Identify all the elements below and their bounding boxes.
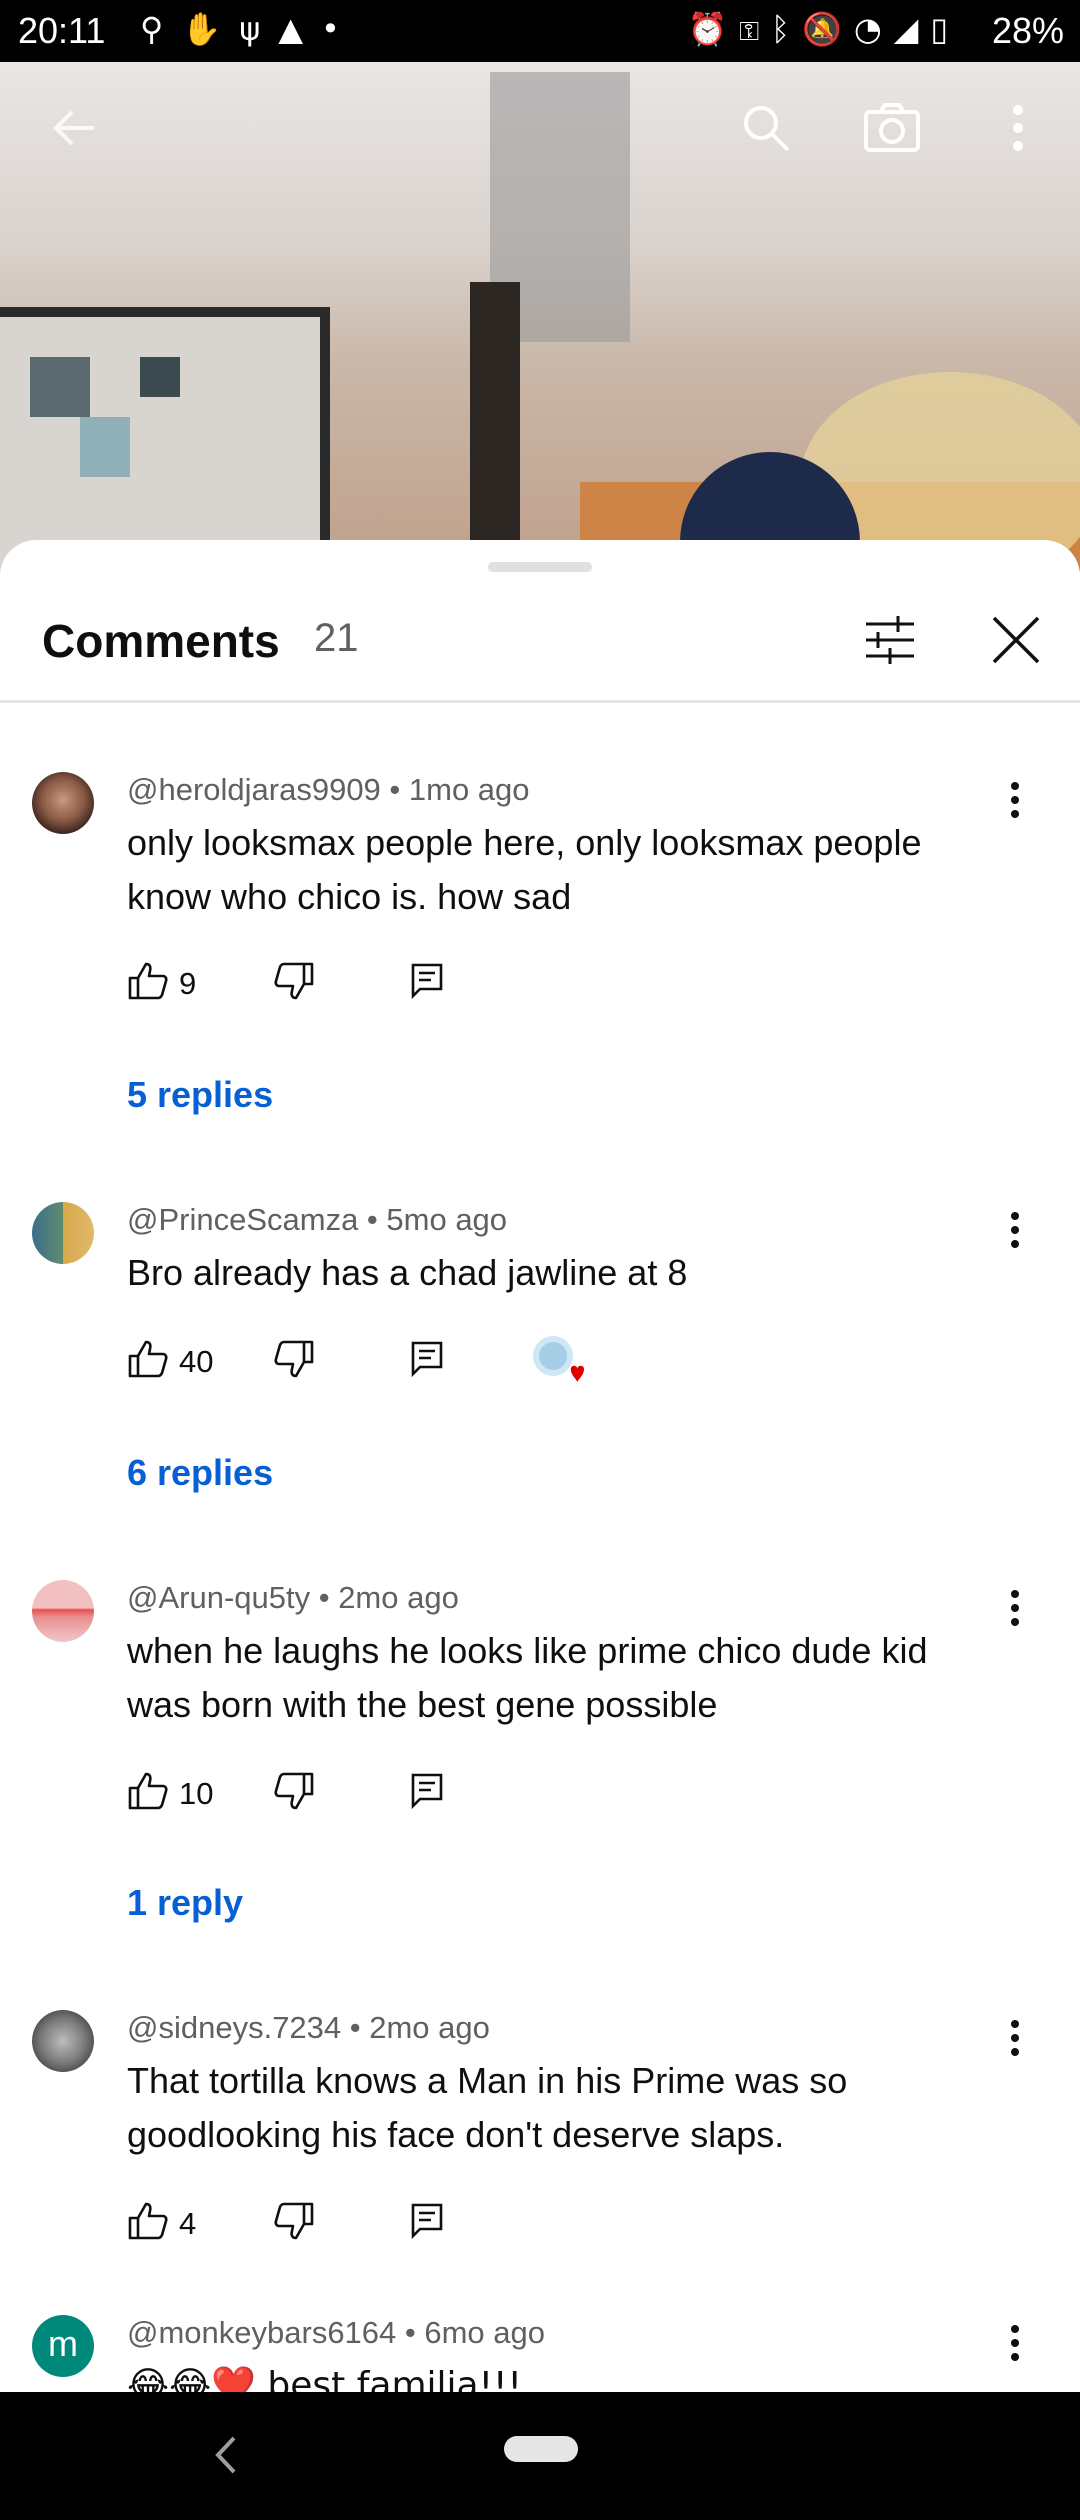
- comments-title: Comments: [42, 615, 280, 667]
- comment-text: That tortilla knows a Man in his Prime w…: [127, 2060, 848, 2155]
- comment-meta[interactable]: @sidneys.7234 • 2mo ago: [127, 2010, 490, 2046]
- like-count: 10: [179, 1776, 214, 1811]
- video-scene-door: [470, 282, 520, 572]
- more-vert-icon[interactable]: [1000, 770, 1030, 830]
- frame-patch-1: [30, 357, 90, 417]
- status-bar: 20:11 ⚲✋ψ▲• ⏰⚿ᛒ🔕◔◢▯ 28%: [0, 0, 1080, 62]
- creator-heart-icon: [531, 1334, 587, 1386]
- avatar[interactable]: m: [32, 2315, 94, 2377]
- more-vert-icon[interactable]: [1000, 1200, 1030, 1260]
- avatar[interactable]: [32, 1202, 94, 1264]
- usb-icon: ψ: [239, 10, 279, 48]
- nav-back-icon[interactable]: [206, 2430, 246, 2480]
- back-arrow-icon[interactable]: [46, 100, 102, 156]
- thumb-down-icon[interactable]: [273, 1338, 315, 1380]
- more-vert-icon[interactable]: [990, 100, 1046, 156]
- battery-icon: ▯: [930, 10, 960, 48]
- status-time: 20:11: [18, 10, 106, 51]
- frame-patch-3: [80, 417, 130, 477]
- comment-text: only looksmax people here, only looksmax…: [127, 822, 922, 917]
- like-count: 40: [179, 1344, 214, 1379]
- comment-meta[interactable]: @Arun-qu5ty • 2mo ago: [127, 1580, 459, 1616]
- more-vert-icon[interactable]: [1000, 2008, 1030, 2068]
- like-count: 4: [179, 2206, 197, 2241]
- comment-text: Bro already has a chad jawline at 8: [127, 1252, 688, 1293]
- bluetooth-icon: ᛒ: [770, 10, 803, 48]
- frame-patch-2: [140, 357, 180, 397]
- hand-icon: ✋: [181, 10, 240, 48]
- thumb-up-icon[interactable]: [127, 2200, 169, 2242]
- dot-icon: •: [321, 10, 358, 48]
- thumb-up-icon[interactable]: [127, 960, 169, 1002]
- comments-sheet: Comments 21 @heroldjaras9909 • 1mo ago o…: [0, 540, 1080, 2392]
- avatar[interactable]: [32, 2010, 94, 2072]
- comment-text: 😂😂❤️ best familia!!!: [127, 2365, 522, 2392]
- close-icon[interactable]: [986, 610, 1046, 670]
- view-replies-link[interactable]: 6 replies: [127, 1452, 273, 1494]
- avatar-letter: m: [48, 2323, 78, 2364]
- more-vert-icon[interactable]: [1000, 2313, 1030, 2373]
- view-replies-link[interactable]: 5 replies: [127, 1074, 273, 1116]
- comment-text: when he laughs he looks like prime chico…: [127, 1630, 928, 1725]
- thumb-down-icon[interactable]: [273, 1770, 315, 1812]
- reply-icon[interactable]: [410, 1772, 444, 1810]
- avatar[interactable]: [32, 772, 94, 834]
- reply-icon[interactable]: [410, 962, 444, 1000]
- mute-icon: 🔕: [802, 10, 854, 48]
- status-right-icons: ⏰⚿ᛒ🔕◔◢▯: [688, 10, 960, 48]
- signal-icon: ◢: [893, 10, 931, 48]
- video-scene-frame: [0, 307, 330, 572]
- comment-meta[interactable]: @heroldjaras9909 • 1mo ago: [127, 772, 530, 808]
- more-vert-icon[interactable]: [1000, 1578, 1030, 1638]
- nav-home-pill[interactable]: [504, 2436, 578, 2462]
- location-icon: ⚲: [140, 10, 182, 48]
- comments-count: 21: [314, 616, 359, 660]
- view-replies-link[interactable]: 1 reply: [127, 1882, 243, 1924]
- system-nav-bar: [0, 2392, 1080, 2520]
- header-divider: [0, 700, 1080, 703]
- avatar[interactable]: [32, 1580, 94, 1642]
- wifi-icon: ◔: [853, 10, 894, 48]
- thumb-down-icon[interactable]: [273, 2200, 315, 2242]
- drag-handle[interactable]: [488, 562, 592, 572]
- camera-icon[interactable]: [862, 100, 920, 156]
- battery-percent: 28%: [991, 10, 1064, 51]
- status-left-icons: ⚲✋ψ▲•: [140, 10, 358, 48]
- reply-icon[interactable]: [410, 1340, 444, 1378]
- reply-icon[interactable]: [410, 2202, 444, 2240]
- alarm-icon: ⏰: [687, 10, 740, 48]
- thumb-down-icon[interactable]: [273, 960, 315, 1002]
- vpn-key-icon: ⚿: [739, 10, 771, 48]
- warning-icon: ▲: [278, 10, 321, 48]
- search-icon[interactable]: [738, 100, 794, 156]
- comment-meta[interactable]: @PrinceScamza • 5mo ago: [127, 1202, 507, 1238]
- thumb-up-icon[interactable]: [127, 1770, 169, 1812]
- thumb-up-icon[interactable]: [127, 1338, 169, 1380]
- comment-meta[interactable]: @monkeybars6164 • 6mo ago: [127, 2315, 545, 2351]
- like-count: 9: [179, 966, 197, 1001]
- tune-icon[interactable]: [860, 610, 920, 670]
